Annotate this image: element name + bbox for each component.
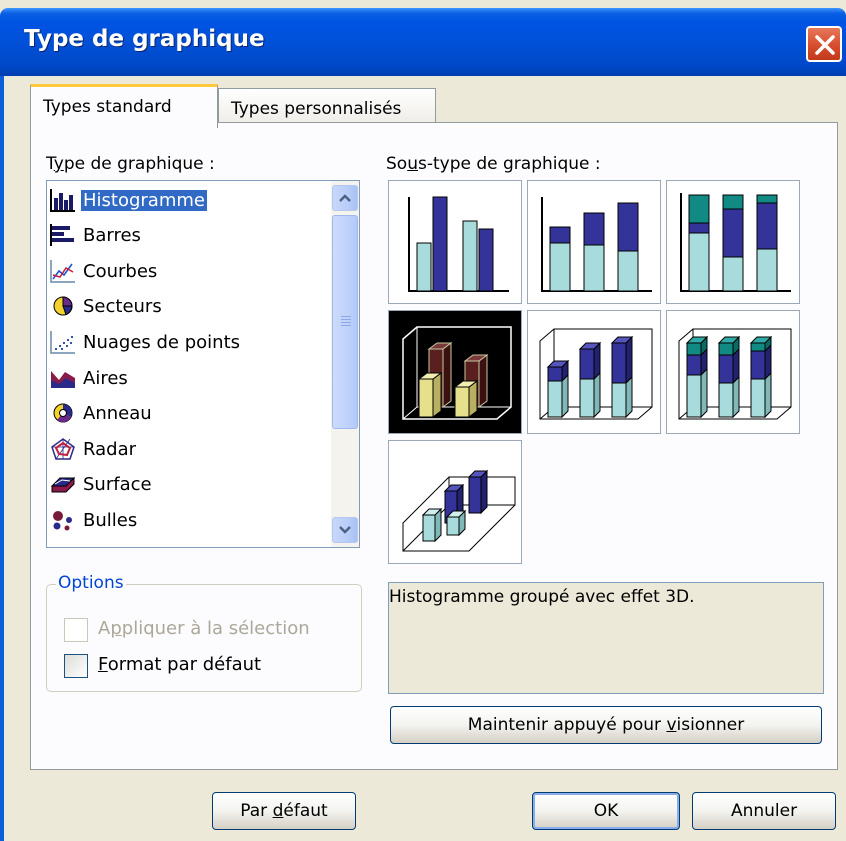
3d-column-thumbnail <box>402 469 516 552</box>
chart-type-label: Type de graphique : <box>46 154 215 174</box>
scroll-grip <box>341 319 351 320</box>
radar-chart-icon <box>49 436 77 462</box>
scatter-chart-icon <box>49 329 77 355</box>
scroll-grip <box>341 316 351 317</box>
list-item-anneau[interactable]: Anneau <box>49 396 331 430</box>
list-item-histogramme[interactable]: Histogramme <box>49 183 331 217</box>
subtype-3d-clustered-column[interactable] <box>388 310 522 434</box>
pie-chart-icon <box>49 293 77 319</box>
chevron-down-icon <box>339 526 351 534</box>
scroll-grip <box>341 322 351 323</box>
scroll-up-button[interactable] <box>332 185 358 211</box>
3d-percent-stacked-column-thumbnail <box>678 328 792 420</box>
close-button[interactable] <box>806 26 842 62</box>
scroll-down-button[interactable] <box>332 517 358 543</box>
chart-type-list[interactable]: Histogramme Barres Courbes Secteurs Nuag… <box>46 180 360 548</box>
subtype-3d-stacked-column[interactable] <box>527 310 661 434</box>
list-item-nuages-de-points[interactable]: Nuages de points <box>49 325 331 359</box>
list-item-secteurs[interactable]: Secteurs <box>49 289 331 323</box>
ok-button[interactable]: OK <box>532 792 680 830</box>
tab-custom-types-label: Types personnalisés <box>231 99 402 119</box>
doughnut-chart-icon <box>49 400 77 426</box>
title-bar: Type de graphique <box>0 8 846 76</box>
clustered-column-thumbnail <box>408 196 509 292</box>
options-legend: Options <box>56 573 126 593</box>
subtype-clustered-column[interactable] <box>388 180 522 304</box>
window-frame <box>0 76 4 841</box>
column-chart-icon <box>49 187 77 213</box>
subtype-label: Sous-type de graphique : <box>386 154 601 174</box>
list-item-aires[interactable]: Aires <box>49 361 331 395</box>
apply-to-selection-checkbox[interactable] <box>64 618 88 642</box>
set-default-button[interactable]: Par défaut <box>212 792 356 830</box>
list-item-radar[interactable]: Radar <box>49 432 331 466</box>
line-chart-icon <box>49 258 77 284</box>
subtype-description-text: Histogramme groupé avec effet 3D. <box>389 587 695 607</box>
subtype-stacked-column[interactable] <box>527 180 661 304</box>
bar-chart-icon <box>49 222 77 248</box>
default-format-checkbox[interactable] <box>64 654 88 678</box>
scroll-grip <box>341 325 351 326</box>
window-title: Type de graphique <box>24 26 265 52</box>
3d-stacked-column-thumbnail <box>539 328 653 420</box>
scroll-thumb[interactable] <box>332 215 358 429</box>
chevron-up-icon <box>339 194 351 202</box>
press-and-hold-to-view-button[interactable]: Maintenir appuyé pour visionner <box>390 706 822 744</box>
apply-to-selection-label: Appliquer à la sélection <box>98 618 310 639</box>
area-chart-icon <box>49 365 77 391</box>
surface-chart-icon <box>49 471 77 497</box>
list-item-surface[interactable]: Surface <box>49 467 331 501</box>
cancel-button[interactable]: Annuler <box>692 792 836 830</box>
stacked-column-thumbnail <box>541 197 652 292</box>
subtype-100-stacked-column[interactable] <box>666 180 800 304</box>
percent-stacked-column-thumbnail <box>680 193 791 292</box>
subtype-description: Histogramme groupé avec effet 3D. <box>388 582 824 694</box>
tab-standard-types-label: Types standard <box>43 97 172 117</box>
list-item-courbes[interactable]: Courbes <box>49 254 331 288</box>
bubble-chart-icon <box>49 507 77 533</box>
subtype-3d-column[interactable] <box>388 440 522 564</box>
list-item-barres[interactable]: Barres <box>49 218 331 252</box>
subtype-3d-100-stacked-column[interactable] <box>666 310 800 434</box>
tab-standard-types[interactable]: Types standard <box>30 84 218 128</box>
3d-clustered-column-thumbnail <box>402 326 512 420</box>
chart-type-scrollbar[interactable] <box>331 181 359 547</box>
list-item-bulles[interactable]: Bulles <box>49 503 331 537</box>
close-icon <box>815 35 835 55</box>
default-format-label: Format par défaut <box>98 654 262 675</box>
